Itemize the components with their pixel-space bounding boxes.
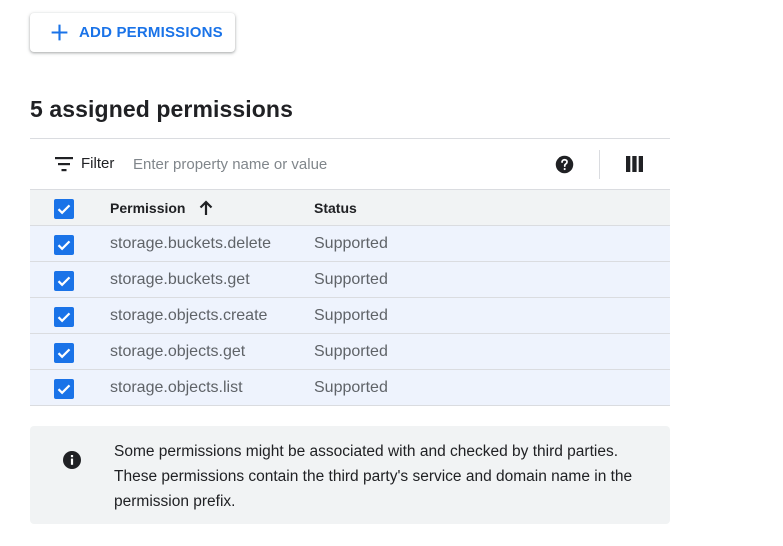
info-icon (63, 451, 81, 469)
add-permissions-label: ADD PERMISSIONS (79, 24, 223, 41)
checkmark-icon (57, 204, 71, 215)
filter-label: Filter (81, 155, 115, 172)
sort-ascending-icon[interactable] (197, 199, 215, 217)
notice-text: Some permissions might be associated wit… (114, 443, 633, 510)
filter-icon (55, 157, 73, 172)
checkmark-icon (57, 312, 71, 323)
table-row[interactable]: storage.buckets.delete Supported (30, 226, 670, 262)
row-checkbox[interactable] (54, 235, 74, 255)
row-checkbox[interactable] (54, 307, 74, 327)
page-title: 5 assigned permissions (30, 96, 293, 122)
permission-cell: storage.objects.list (110, 379, 243, 396)
table-row[interactable]: storage.objects.get Supported (30, 334, 670, 370)
add-permissions-button[interactable]: ADD PERMISSIONS (30, 13, 235, 52)
help-icon[interactable] (554, 154, 575, 175)
checkmark-icon (57, 240, 71, 251)
status-cell: Supported (314, 307, 388, 324)
table-row[interactable]: storage.objects.list Supported (30, 370, 670, 406)
filter-input[interactable] (133, 152, 533, 176)
checkmark-icon (57, 384, 71, 395)
status-cell: Supported (314, 343, 388, 360)
status-cell: Supported (314, 271, 388, 288)
table-row[interactable]: storage.buckets.get Supported (30, 262, 670, 298)
permission-cell: storage.objects.get (110, 343, 246, 360)
row-checkbox[interactable] (54, 379, 74, 399)
third-party-notice: Some permissions might be associated wit… (30, 426, 670, 524)
row-checkbox[interactable] (54, 343, 74, 363)
status-cell: Supported (314, 379, 388, 396)
plus-icon (51, 24, 68, 41)
column-display-icon[interactable] (626, 156, 643, 172)
toolbar-divider (599, 150, 600, 179)
permission-cell: storage.buckets.delete (110, 235, 271, 252)
status-cell: Supported (314, 235, 388, 252)
column-header-status[interactable]: Status (314, 200, 357, 216)
filter-bar: Filter (30, 138, 670, 190)
permission-cell: storage.objects.create (110, 307, 268, 324)
table-row[interactable]: storage.objects.create Supported (30, 298, 670, 334)
row-checkbox[interactable] (54, 271, 74, 291)
select-all-checkbox[interactable] (54, 199, 74, 219)
table-header-row: Permission Status (30, 190, 670, 226)
checkmark-icon (57, 348, 71, 359)
checkmark-icon (57, 276, 71, 287)
permission-cell: storage.buckets.get (110, 271, 250, 288)
permissions-table: Filter Permission Status storage.bu (30, 138, 670, 406)
column-header-permission[interactable]: Permission (110, 200, 185, 216)
